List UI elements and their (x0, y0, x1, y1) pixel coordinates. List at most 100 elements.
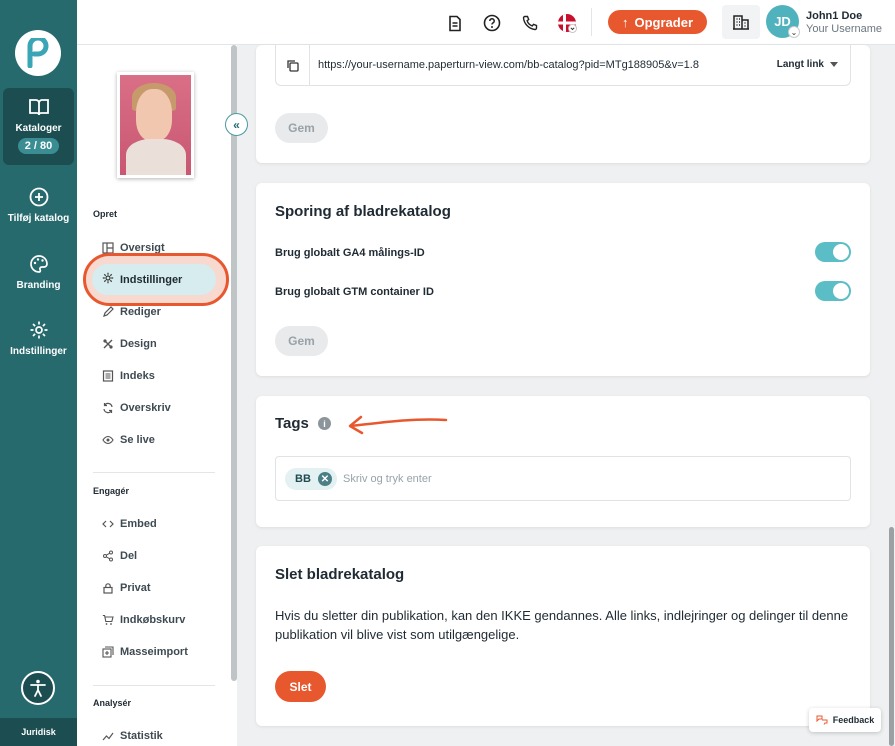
rail-label-add-catalog: Tilføj katalog (7, 213, 70, 224)
sidebar-item-settings[interactable]: Indstillinger (92, 264, 216, 295)
sidebar-item-edit[interactable]: Rediger (102, 305, 161, 319)
catalog-url[interactable]: https://your-username.paperturn-view.com… (318, 59, 699, 71)
app-rail: Kataloger 2 / 80 Tilføj katalog Branding… (0, 0, 77, 746)
arrow-up-icon: ↑ (621, 14, 629, 30)
index-icon (102, 370, 114, 382)
gear-icon (102, 272, 114, 287)
tags-placeholder: Skriv og tryk enter (343, 473, 432, 485)
caret-down-icon (830, 62, 838, 67)
user-name: John1 Doe (806, 10, 863, 22)
main-scrollbar[interactable] (889, 527, 894, 746)
delete-description: Hvis du sletter din publikation, kan den… (275, 608, 849, 642)
sidebar-item-cart[interactable]: Indkøbskurv (102, 613, 185, 627)
remove-tag-icon[interactable]: ✕ (317, 472, 332, 486)
rail-item-branding[interactable]: Branding (0, 252, 77, 291)
rail-label-branding: Branding (16, 280, 61, 291)
sidebar-item-label: Rediger (120, 306, 161, 318)
accessibility-icon (30, 679, 46, 697)
sidebar-item-label: Privat (120, 582, 151, 594)
upgrade-label: Opgrader (634, 14, 693, 30)
section-analyze: Analysér (93, 698, 132, 708)
sidebar-item-design[interactable]: Design (102, 337, 157, 351)
sidebar-scrollbar[interactable] (231, 45, 237, 681)
legal-link[interactable]: Juridisk (0, 718, 77, 746)
save-tracking-button[interactable]: Gem (275, 326, 328, 356)
lock-icon (102, 582, 114, 594)
chevron-down-icon[interactable]: ⌄ (788, 26, 800, 38)
section-create: Opret (93, 209, 118, 219)
rail-item-catalogs[interactable]: Kataloger 2 / 80 (0, 95, 77, 154)
rail-item-add-catalog[interactable]: Tilføj katalog (0, 185, 77, 224)
catalog-thumbnail[interactable] (117, 72, 194, 178)
building-icon (733, 15, 749, 30)
plus-circle-icon (29, 185, 49, 209)
design-icon (102, 338, 114, 350)
link-type-value: Langt link (776, 59, 824, 70)
ga4-toggle[interactable] (815, 242, 851, 262)
sidebar-item-label: Overskriv (120, 402, 171, 414)
upgrade-button[interactable]: ↑ Opgrader (608, 10, 707, 34)
tags-input[interactable]: BB ✕ Skriv og tryk enter (275, 456, 851, 501)
gear-icon (29, 318, 49, 342)
catalog-sidebar: Opret Oversigt Rediger Design Indeks Ove… (77, 45, 237, 746)
gtm-label: Brug globalt GTM container ID (275, 286, 434, 298)
cart-icon (102, 614, 114, 626)
catalog-url-field: https://your-username.paperturn-view.com… (275, 45, 851, 86)
sidebar-item-label: Design (120, 338, 157, 350)
accessibility-button[interactable] (21, 671, 55, 705)
user-username: Your Username (806, 23, 883, 35)
sidebar-item-statistics[interactable]: Statistik (102, 729, 163, 743)
sidebar-item-label: Indkøbskurv (120, 614, 186, 626)
top-bar: ↑ Opgrader JD ⌄ John1 Doe Your Username (77, 0, 895, 45)
denmark-flag-icon[interactable] (557, 13, 577, 33)
tracking-card: Sporing af bladrekatalog Brug globalt GA… (256, 183, 870, 376)
rail-item-settings[interactable]: Indstillinger (0, 318, 77, 357)
sidebar-item-private[interactable]: Privat (102, 581, 151, 595)
book-icon (28, 95, 50, 119)
code-icon (102, 518, 114, 530)
delete-card: Slet bladrekatalog Hvis du sletter din p… (256, 546, 870, 726)
copy-button[interactable] (276, 45, 310, 85)
save-link-button[interactable]: Gem (275, 113, 328, 143)
sidebar-item-label: Statistik (120, 730, 163, 742)
sidebar-item-bulk-import[interactable]: Masseimport (102, 645, 188, 659)
annotation-arrow-icon (348, 415, 448, 435)
sidebar-item-view-live[interactable]: Se live (102, 433, 155, 447)
sidebar-item-label: Masseimport (120, 646, 188, 658)
organization-button[interactable] (722, 5, 760, 39)
feedback-icon (816, 715, 828, 725)
tag-chip: BB ✕ (285, 468, 337, 490)
collapse-sidebar-button[interactable]: « (225, 113, 248, 136)
copy-icon (287, 59, 299, 72)
import-icon (102, 646, 114, 658)
eye-icon (102, 434, 114, 446)
help-icon[interactable] (482, 13, 502, 33)
tag-label: BB (295, 473, 311, 485)
feedback-button[interactable]: Feedback (809, 708, 881, 732)
sidebar-item-index[interactable]: Indeks (102, 369, 155, 383)
delete-button[interactable]: Slet (275, 671, 326, 702)
document-icon[interactable] (445, 13, 465, 33)
sidebar-item-label: Indstillinger (120, 273, 183, 286)
paperturn-logo[interactable] (15, 30, 61, 76)
link-type-select[interactable]: Langt link (777, 59, 838, 70)
share-icon (102, 550, 114, 562)
feedback-label: Feedback (832, 715, 875, 725)
sidebar-item-label: Del (120, 550, 138, 562)
sidebar-item-share[interactable]: Del (102, 549, 137, 563)
catalog-cover-image (120, 75, 191, 175)
sidebar-item-label: Embed (120, 518, 157, 530)
refresh-icon (102, 402, 114, 414)
top-bar-divider (591, 8, 592, 36)
chart-icon (102, 730, 114, 742)
tags-title: Tags (275, 415, 309, 432)
sidebar-item-overwrite[interactable]: Overskriv (102, 401, 171, 415)
gtm-toggle[interactable] (815, 281, 851, 301)
rail-label-catalogs: Kataloger (15, 123, 62, 134)
sidebar-item-embed[interactable]: Embed (102, 517, 157, 531)
info-icon[interactable]: i (318, 417, 331, 430)
phone-icon[interactable] (520, 13, 540, 33)
link-card: https://your-username.paperturn-view.com… (256, 45, 870, 163)
section-engage: Engagér (93, 486, 130, 496)
tracking-title: Sporing af bladrekatalog (275, 203, 451, 220)
